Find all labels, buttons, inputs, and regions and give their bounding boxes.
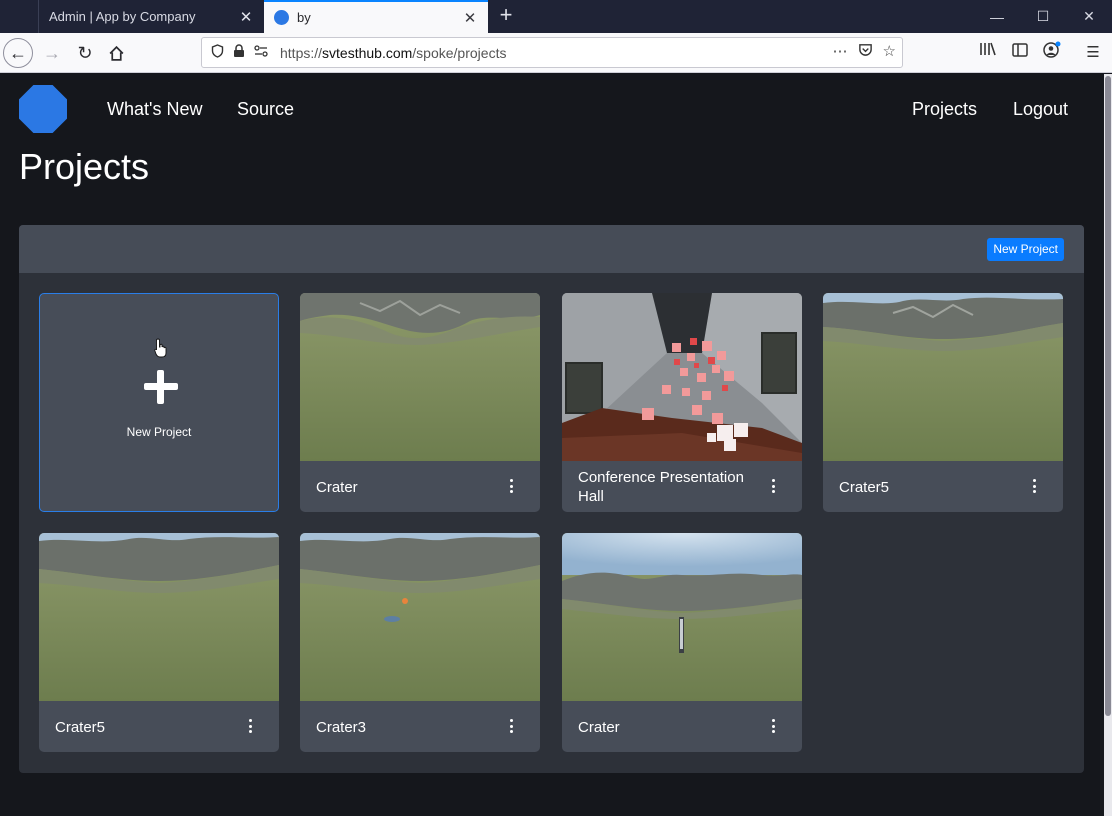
nav-whats-new[interactable]: What's New bbox=[107, 99, 202, 120]
account-icon[interactable] bbox=[1040, 41, 1064, 65]
browser-nav-bar: ← → ↻ https://svtesthub.com/spoke/projec… bbox=[0, 33, 1112, 73]
conference-thumbnail-image bbox=[562, 293, 802, 461]
tab-label: by bbox=[297, 10, 311, 25]
project-thumbnail bbox=[562, 293, 802, 461]
project-name: Crater5 bbox=[55, 719, 106, 736]
bookmark-star-icon[interactable]: ☆ bbox=[883, 42, 896, 61]
nav-logout[interactable]: Logout bbox=[1013, 99, 1068, 120]
back-icon[interactable]: ← bbox=[3, 38, 33, 68]
library-icon[interactable] bbox=[976, 41, 1000, 65]
url-host: svtesthub.com bbox=[322, 44, 413, 61]
shield-icon[interactable] bbox=[206, 44, 228, 61]
logo-icon[interactable] bbox=[19, 85, 67, 133]
project-card[interactable]: Crater3 bbox=[300, 533, 540, 752]
window-close-icon[interactable]: ✕ bbox=[1066, 0, 1112, 33]
plus-icon bbox=[144, 370, 178, 404]
new-project-card[interactable]: New Project bbox=[39, 293, 279, 512]
tab-admin[interactable]: Admin | App by Company ✕ bbox=[38, 0, 264, 33]
minimize-icon[interactable]: — bbox=[974, 0, 1020, 33]
close-icon[interactable]: ✕ bbox=[458, 9, 482, 27]
more-options-icon[interactable] bbox=[507, 479, 515, 493]
favicon-icon bbox=[274, 10, 289, 25]
new-tab-icon[interactable]: + bbox=[494, 4, 518, 28]
page-scrollbar[interactable] bbox=[1104, 74, 1112, 816]
project-card[interactable]: Crater5 bbox=[823, 293, 1063, 512]
projects-panel: New Project New Project Crater Conferenc… bbox=[19, 225, 1084, 773]
nav-source[interactable]: Source bbox=[237, 99, 294, 120]
menu-icon[interactable]: ☰ bbox=[1081, 41, 1105, 65]
project-card[interactable]: Conference Presentation Hall bbox=[562, 293, 802, 512]
project-card[interactable]: Crater bbox=[562, 533, 802, 752]
new-project-card-label: New Project bbox=[126, 425, 192, 439]
lock-icon[interactable] bbox=[228, 44, 250, 61]
page-actions-icon[interactable]: ⋯ bbox=[833, 42, 848, 61]
project-name: Crater5 bbox=[839, 479, 890, 496]
project-card[interactable]: Crater5 bbox=[39, 533, 279, 752]
project-thumbnail bbox=[562, 533, 802, 701]
url-path: /spoke/projects bbox=[412, 44, 507, 61]
project-name: Crater bbox=[316, 479, 358, 496]
url-scheme: https:// bbox=[280, 44, 323, 61]
url-text: https://svtesthub.com/spoke/projects bbox=[280, 45, 506, 61]
more-options-icon[interactable] bbox=[1030, 479, 1038, 493]
address-bar[interactable]: https://svtesthub.com/spoke/projects ⋯ ☆ bbox=[201, 37, 903, 68]
crater-thumbnail-image bbox=[300, 533, 540, 701]
project-thumbnail bbox=[823, 293, 1063, 461]
tab-spoke[interactable]: by ✕ bbox=[264, 0, 488, 33]
tab-label: Admin | App by Company bbox=[49, 9, 196, 24]
hand-cursor-icon bbox=[154, 338, 167, 358]
maximize-icon[interactable]: ☐ bbox=[1020, 0, 1066, 33]
crater-thumbnail-image bbox=[39, 533, 279, 701]
close-icon[interactable]: ✕ bbox=[234, 8, 258, 26]
project-card[interactable]: Crater bbox=[300, 293, 540, 512]
more-options-icon[interactable] bbox=[769, 719, 777, 733]
reload-icon[interactable]: ↻ bbox=[70, 38, 100, 68]
crater-thumbnail-image bbox=[300, 293, 540, 461]
project-name: Crater3 bbox=[316, 719, 367, 736]
nav-projects[interactable]: Projects bbox=[912, 99, 977, 120]
pocket-icon[interactable] bbox=[858, 42, 873, 61]
scrollbar-thumb[interactable] bbox=[1105, 76, 1111, 716]
project-thumbnail bbox=[300, 533, 540, 701]
project-name: Conference Presentation Hall bbox=[578, 469, 744, 505]
spoke-page: What's New Source Projects Logout Projec… bbox=[0, 74, 1104, 816]
sidebar-icon[interactable] bbox=[1008, 41, 1032, 65]
more-options-icon[interactable] bbox=[507, 719, 515, 733]
more-options-icon[interactable] bbox=[246, 719, 254, 733]
home-icon[interactable] bbox=[101, 38, 131, 68]
new-project-button[interactable]: New Project bbox=[987, 238, 1064, 261]
permissions-icon[interactable] bbox=[250, 45, 272, 60]
project-name: Crater bbox=[578, 719, 620, 736]
url-actions: ⋯ ☆ bbox=[833, 42, 896, 61]
forward-icon[interactable]: → bbox=[37, 38, 67, 68]
project-thumbnail bbox=[39, 533, 279, 701]
crater-thumbnail-image bbox=[562, 533, 802, 701]
projects-panel-header: New Project bbox=[19, 225, 1084, 273]
page-title: Projects bbox=[19, 146, 150, 187]
crater-thumbnail-image bbox=[823, 293, 1063, 461]
project-thumbnail bbox=[300, 293, 540, 461]
more-options-icon[interactable] bbox=[769, 479, 777, 493]
browser-tab-bar: Admin | App by Company ✕ by ✕ + — ☐ ✕ bbox=[0, 0, 1112, 33]
